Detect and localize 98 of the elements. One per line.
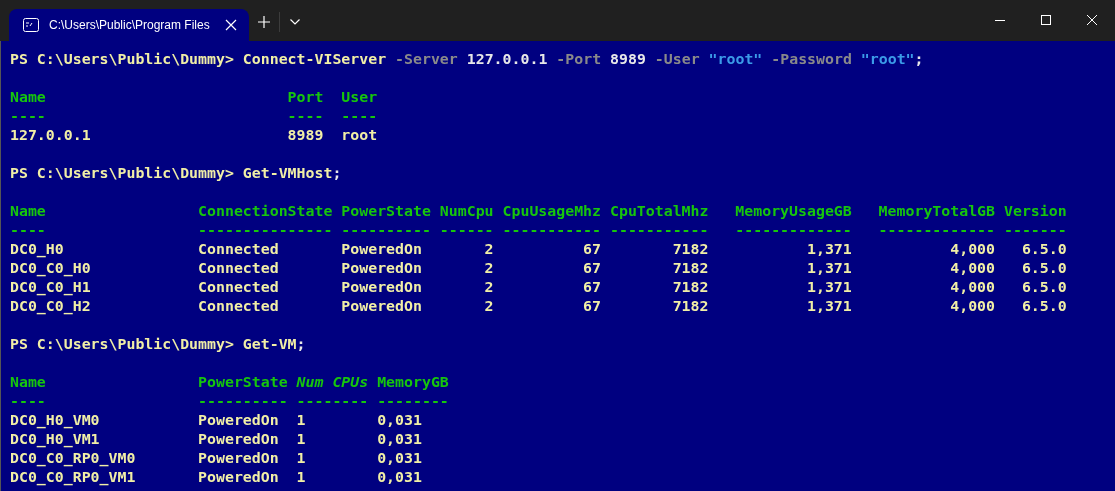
table-cell-text: DC0_H0_VM0 [10, 411, 101, 430]
table-cell-text: PoweredOn [198, 430, 280, 449]
header-underline: ---- [10, 392, 47, 411]
command-line: PS C:\Users\Public\Dummy> Connect-VIServer -Server 127.0.0.1 -Port 8989 -User "root" -Password "root"; [10, 50, 925, 69]
table-cell-text: 67 [582, 240, 601, 259]
header-underline: --------------- [198, 221, 333, 240]
table-cell-text: DC0_H0_VM1 [10, 430, 101, 449]
table-cell-text: 6.5.0 [1020, 278, 1067, 297]
header-underline: -------- [377, 392, 449, 411]
table-cell-text: 1,371 [805, 259, 852, 278]
close-icon[interactable] [1087, 15, 1097, 25]
header-underline: ---- [287, 107, 325, 126]
header-underline: ------- [1004, 221, 1067, 240]
table-cell-text: 0,031 [377, 430, 423, 449]
table-cell-text: PoweredOn [341, 297, 423, 316]
table-cell-text: 2 [483, 297, 494, 316]
table-cell-text: 67 [582, 297, 601, 316]
table-cell-text: 1 [296, 430, 307, 449]
table-cell-text: 1 [296, 449, 307, 468]
column-header: CpuUsageMhz [502, 202, 601, 221]
table-cell-text: 4,000 [949, 259, 996, 278]
column-header: Port [287, 88, 325, 107]
table-cell-text: 4,000 [949, 297, 996, 316]
table-cell-text: PoweredOn [341, 259, 423, 278]
table-cell-text: PoweredOn [198, 468, 280, 487]
table-cell-text: 7182 [671, 240, 709, 259]
minimize-icon[interactable] [995, 19, 1005, 21]
table-cell-text: Connected [198, 259, 280, 278]
plus-icon[interactable] [258, 16, 270, 28]
header-underline: ---- [10, 221, 47, 240]
table-cell-text: 6.5.0 [1020, 297, 1067, 316]
table-cell-text: DC0_C0_H0 [10, 259, 92, 278]
table-cell-text: 4,000 [949, 240, 996, 259]
table-cell-text: DC0_C0_H2 [10, 297, 92, 316]
table-cell-text: 7182 [671, 297, 709, 316]
table-cell-text: DC0_C0_RP0_VM1 [10, 468, 137, 487]
command-line: PS C:\Users\Public\Dummy> Get-VM; [10, 335, 307, 354]
header-underline: ------ [439, 221, 494, 240]
header-underline: ---------- [341, 221, 431, 240]
terminal-icon [23, 18, 39, 32]
command-line: PS C:\Users\Public\Dummy> Get-VMHost; [10, 164, 343, 183]
table-cell-text: 1,371 [805, 278, 852, 297]
table-cell-text: DC0_H0 [10, 240, 65, 259]
column-header: PowerState [341, 202, 431, 221]
table-cell-text: 1,371 [805, 240, 852, 259]
table-cell-text: 2 [483, 240, 494, 259]
header-underline: ---- [10, 107, 47, 126]
terminal-tab[interactable]: C:\Users\Public\Program Files [9, 9, 249, 41]
table-cell-text: 7182 [671, 278, 709, 297]
table-cell-text: 67 [582, 259, 601, 278]
column-header: MemoryGB [377, 373, 449, 392]
column-header: Name [10, 88, 47, 107]
table-cell-text: 2 [483, 278, 494, 297]
header-underline: ---------- [198, 392, 288, 411]
column-header: Name [10, 202, 47, 221]
table-cell-text: DC0_C0_H1 [10, 278, 92, 297]
column-header: MemoryTotalGB [877, 202, 996, 221]
table-cell-text: 7182 [671, 259, 709, 278]
column-header: Num CPUs [296, 373, 369, 392]
table-cell-text: 1 [296, 468, 307, 487]
table-cell-text: 2 [483, 259, 494, 278]
table-cell-text: 127.0.0.1 [10, 126, 92, 145]
table-cell-text: 1 [296, 411, 307, 430]
close-icon[interactable] [225, 19, 237, 31]
maximize-icon[interactable] [1041, 15, 1051, 25]
header-underline: ---- [341, 107, 378, 126]
table-cell-text: PoweredOn [198, 411, 280, 430]
column-header: NumCpu [439, 202, 494, 221]
table-cell-text: Connected [198, 240, 280, 259]
column-header: ConnectionState [198, 202, 333, 221]
table-cell-text: DC0_C0_RP0_VM0 [10, 449, 137, 468]
table-cell-text: 0,031 [377, 468, 423, 487]
column-header: PowerState [198, 373, 288, 392]
table-cell-text: 8989 [287, 126, 325, 145]
header-underline: ----------- [609, 221, 709, 240]
table-cell-text: Connected [198, 297, 280, 316]
column-header: Version [1004, 202, 1067, 221]
table-cell: root [341, 126, 378, 145]
column-header: Name [10, 373, 47, 392]
table-cell-text: PoweredOn [198, 449, 280, 468]
column-header: User [341, 88, 378, 107]
table-cell-text: 6.5.0 [1020, 259, 1067, 278]
header-underline: ------------- [877, 221, 996, 240]
table-cell-text: Connected [198, 278, 280, 297]
table-cell-text: 0,031 [377, 411, 423, 430]
column-header: MemoryUsageGB [734, 202, 852, 221]
header-underline: -------- [296, 392, 369, 411]
table-cell-text: 6.5.0 [1020, 240, 1067, 259]
table-cell-text: PoweredOn [341, 278, 423, 297]
table-cell-text: 0,031 [377, 449, 423, 468]
table-cell-text: PoweredOn [341, 240, 423, 259]
table-cell-text: 1,371 [805, 297, 852, 316]
table-cell-text: 4,000 [949, 278, 996, 297]
chevron-down-icon[interactable] [290, 19, 300, 25]
column-header: CpuTotalMhz [609, 202, 709, 221]
table-cell-text: 67 [582, 278, 601, 297]
header-underline: ----------- [502, 221, 601, 240]
header-underline: ------------- [734, 221, 852, 240]
